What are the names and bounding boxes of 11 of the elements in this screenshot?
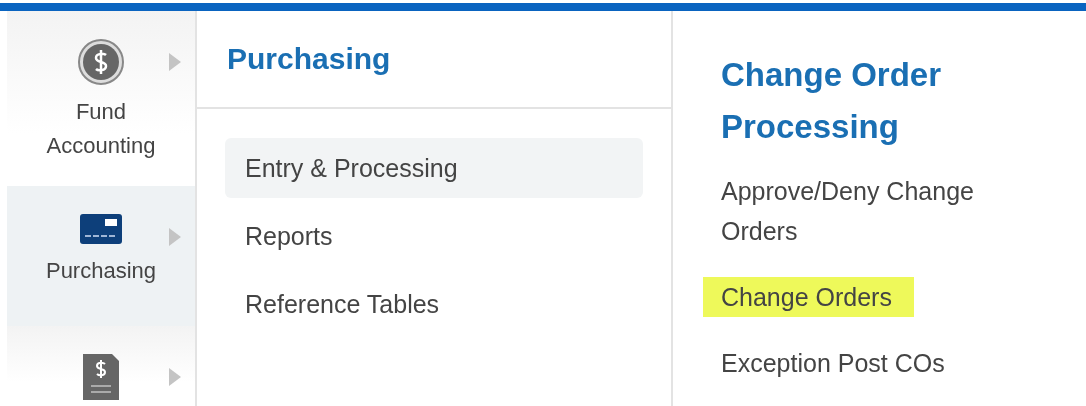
panel-link[interactable]: Approve/Deny Change Orders	[721, 171, 1021, 251]
submenu-title: Purchasing	[227, 42, 391, 76]
panel-title: Change Order Processing	[721, 55, 943, 147]
submenu-item[interactable]: Reference Tables	[225, 274, 643, 334]
panel-link[interactable]: Change Orders	[703, 277, 914, 317]
sidebar-item[interactable]: Purchasing	[7, 186, 195, 326]
sidebar-label: Purchasing	[45, 257, 157, 285]
submenu-item[interactable]: Reports	[225, 206, 643, 266]
panel-link[interactable]: Exception Post COs	[721, 343, 1021, 383]
submenu-item[interactable]: Entry & Processing	[225, 138, 643, 198]
sidebar-label: Fund Accounting	[45, 98, 157, 160]
